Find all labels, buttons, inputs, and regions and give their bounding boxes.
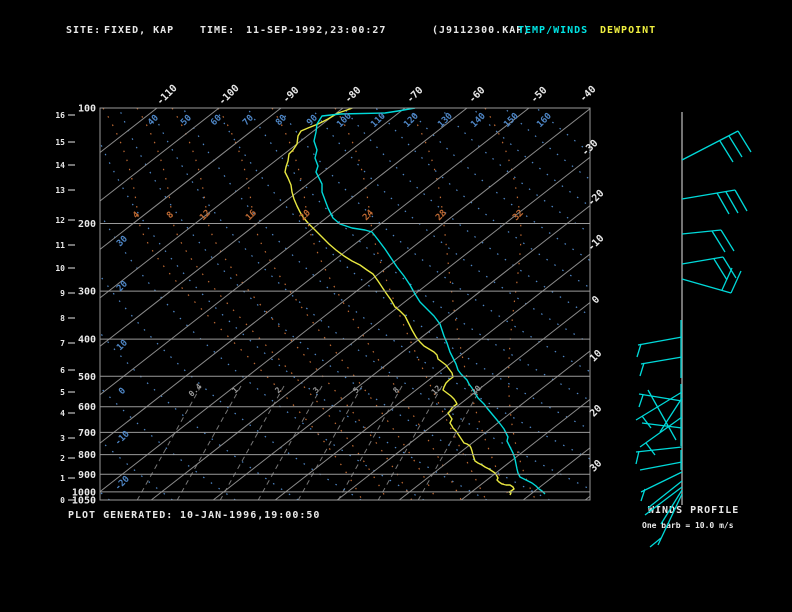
svg-text:16: 16 — [244, 208, 259, 223]
svg-text:10: 10 — [115, 338, 130, 353]
svg-text:-100: -100 — [217, 83, 242, 108]
svg-text:0: 0 — [590, 294, 602, 306]
svg-text:8: 8 — [60, 314, 65, 323]
svg-text:120: 120 — [402, 111, 421, 130]
svg-text:500: 500 — [78, 372, 96, 383]
svg-text:80: 80 — [274, 113, 289, 128]
svg-text:11: 11 — [55, 241, 65, 250]
svg-text:1: 1 — [60, 474, 65, 483]
svg-text:-30: -30 — [580, 138, 601, 159]
svg-text:14: 14 — [55, 161, 65, 170]
svg-text:900: 900 — [78, 470, 96, 481]
svg-text:30: 30 — [588, 458, 604, 474]
svg-text:70: 70 — [241, 113, 256, 128]
svg-text:-20: -20 — [586, 188, 607, 209]
svg-text:600: 600 — [78, 402, 96, 413]
svg-text:24: 24 — [361, 208, 376, 223]
svg-text:30: 30 — [115, 234, 130, 249]
svg-text:-10: -10 — [586, 233, 607, 254]
svg-text:90: 90 — [305, 113, 320, 128]
svg-text:140: 140 — [469, 111, 488, 130]
svg-text:12: 12 — [55, 216, 65, 225]
svg-text:9: 9 — [60, 289, 65, 298]
svg-text:130: 130 — [436, 111, 455, 130]
svg-text:400: 400 — [78, 335, 96, 346]
svg-text:-70: -70 — [405, 85, 426, 106]
skewt-chart: 1002003004005006007008009001000105016151… — [55, 83, 752, 548]
svg-text:-20: -20 — [113, 474, 132, 493]
svg-text:-60: -60 — [467, 85, 488, 106]
svg-text:12: 12 — [198, 208, 213, 223]
svg-text:4: 4 — [131, 210, 142, 221]
svg-text:20: 20 — [588, 403, 604, 419]
svg-text:700: 700 — [78, 428, 96, 439]
svg-text:15: 15 — [55, 138, 65, 147]
svg-text:3: 3 — [60, 434, 65, 443]
svg-text:13: 13 — [55, 186, 65, 195]
svg-text:-110: -110 — [155, 83, 180, 108]
svg-text:40: 40 — [146, 113, 161, 128]
svg-text:0: 0 — [117, 386, 128, 397]
svg-text:0.4: 0.4 — [187, 382, 204, 399]
svg-text:20: 20 — [115, 279, 130, 294]
svg-text:6: 6 — [60, 366, 65, 375]
svg-text:800: 800 — [78, 450, 96, 461]
svg-text:110: 110 — [369, 111, 388, 130]
svg-text:160: 160 — [535, 111, 554, 130]
svg-text:-50: -50 — [529, 85, 550, 106]
svg-text:0: 0 — [60, 496, 65, 505]
svg-text:5: 5 — [60, 388, 65, 397]
svg-text:10: 10 — [55, 264, 65, 273]
svg-text:-40: -40 — [578, 84, 599, 105]
svg-text:2: 2 — [60, 454, 65, 463]
svg-text:8: 8 — [165, 210, 176, 221]
svg-text:200: 200 — [78, 219, 96, 230]
svg-text:7: 7 — [60, 339, 65, 348]
svg-text:20: 20 — [298, 208, 313, 223]
svg-text:16: 16 — [55, 111, 65, 120]
svg-text:12: 12 — [430, 384, 443, 397]
svg-text:1050: 1050 — [72, 496, 96, 507]
skewt-screen: SITE: FIXED, KAP TIME: 11-SEP-1992,23:00… — [0, 0, 792, 612]
svg-text:32: 32 — [511, 208, 526, 223]
svg-text:10: 10 — [588, 348, 604, 364]
svg-text:300: 300 — [78, 287, 96, 298]
svg-text:100: 100 — [78, 104, 96, 115]
svg-text:-90: -90 — [281, 85, 302, 106]
svg-text:4: 4 — [60, 409, 65, 418]
svg-text:-80: -80 — [343, 85, 364, 106]
svg-text:60: 60 — [209, 113, 224, 128]
